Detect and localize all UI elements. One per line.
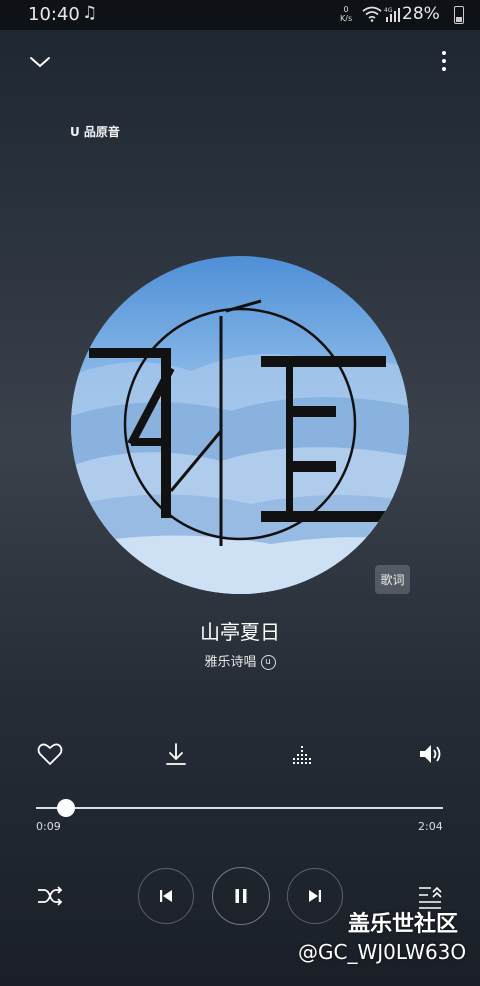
watermark-title: 盖乐世社区 [348,912,459,937]
volume-icon[interactable] [416,740,444,768]
battery-percent: 28% [402,4,440,24]
next-button[interactable] [287,868,343,924]
music-note-icon: ♫ [82,3,98,23]
network-speed-unit: K/s [340,14,353,23]
wifi-icon [362,6,382,22]
pause-icon [235,889,247,903]
more-vert-icon[interactable] [432,48,456,74]
progress-thumb[interactable] [56,799,75,817]
network-speed-value: 0 [343,5,349,14]
signal-icon: 4G [384,7,400,22]
network-speed: 0 K/s [340,5,352,23]
previous-button[interactable] [138,868,194,924]
equalizer-icon[interactable] [289,740,317,768]
time-total: 2:04 [418,820,443,833]
chevron-down-icon[interactable] [28,50,52,74]
status-time: 10:40 [28,4,80,25]
album-cover-artwork [71,256,409,594]
album-cover[interactable]: 雅 [71,256,409,594]
song-title: 山亭夏日 [200,620,280,644]
progress-track[interactable] [36,807,443,809]
artist-name[interactable]: 雅乐诗唱 [204,655,256,670]
next-icon [309,890,321,902]
watermark-user: @GC_WJ0LW63O [298,940,467,964]
heart-icon[interactable] [36,740,64,768]
previous-icon [160,890,172,902]
download-icon[interactable] [162,740,190,768]
sound-quality-label[interactable]: U 品原音 [70,123,120,140]
lyrics-button[interactable]: 歌词 [375,565,410,594]
artist-badge: u [260,655,276,670]
status-bar: 10:40 ♫ 0 K/s 4G 28% [0,0,480,30]
shuffle-icon[interactable] [36,883,64,909]
artist-row[interactable]: 雅乐诗唱 u [0,651,480,670]
svg-text:4G: 4G [384,7,393,14]
pause-button[interactable] [212,867,270,925]
time-elapsed: 0:09 [36,820,61,833]
battery-icon [454,6,464,24]
